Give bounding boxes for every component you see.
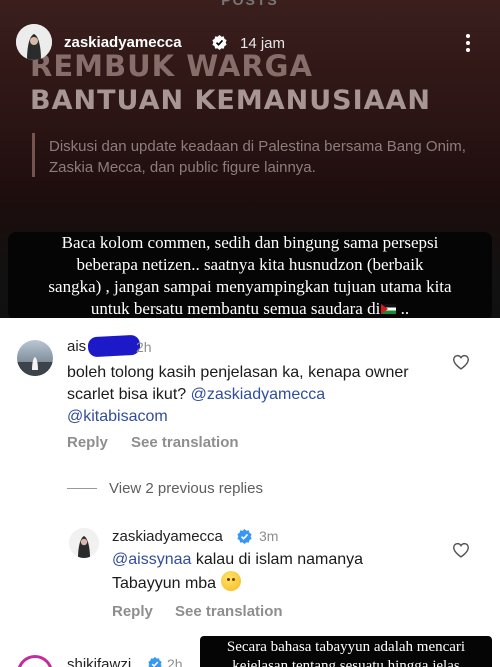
caption-line: Baca kolom commen, sedih dan bingung sam… [61,233,439,252]
reply-button[interactable]: Reply [112,603,153,620]
redaction-scribble [87,334,141,358]
caption-line: sangka) , jangan sampai menyampingkan tu… [48,277,452,296]
story-subtitle: Diskusi dan update keadaan di Palestina … [49,138,466,176]
reply-username[interactable]: zaskiadyamecca [112,528,223,545]
heart-icon[interactable] [452,354,470,370]
story-username[interactable]: zaskiadyamecca [64,34,182,51]
comment-time: 2h [136,339,152,355]
story-top-label: POSTS [221,0,279,8]
more-vertical-icon[interactable] [465,34,471,54]
heart-icon[interactable] [452,542,470,558]
story-headline: REMBUK WARGA [30,49,313,83]
view-previous-replies-button[interactable]: View 2 previous replies [109,480,263,497]
avatar[interactable] [69,528,99,558]
story-caption: Baca kolom commen, sedih dan bingung sam… [8,232,492,320]
see-translation-button[interactable]: See translation [175,603,283,620]
hijab-avatar-icon [69,528,99,558]
bottom-caption: Secara bahasa tabayyun adalah mencari ke… [200,638,492,667]
hugging-face-emoji-icon [220,571,241,591]
mention-link[interactable]: @kitabisacom [67,408,168,425]
comment-text: boleh tolong kasih penjelasan ka, kenapa… [67,362,447,428]
profile-photo-icon [17,357,53,376]
view-replies-divider [67,488,97,489]
hijab-avatar-icon [16,24,52,60]
reply-text: @aissynaa kalau di islam namanya Tabayyu… [112,549,432,595]
mention-link[interactable]: @zaskiadyamecca [191,386,326,403]
verified-badge-icon [148,657,162,667]
reply-button[interactable]: Reply [67,434,108,451]
palestine-flag-icon [381,304,397,314]
caption-line: kejelasan tentang sesuatu hingga jelas [232,658,460,667]
verified-badge-icon [212,35,227,50]
caption-line: beberapa netizen.. saatnya kita husnudzo… [76,255,424,274]
caption-line-text: untuk bersatu membantu semua saudara di [90,299,381,318]
comment-time: 2h [167,656,183,667]
mention-link[interactable]: @aissynaa [112,551,191,568]
caption-line-end: .. [396,299,410,318]
reply-time: 3m [259,528,279,544]
verified-badge-icon [237,529,252,544]
comment-username[interactable]: shikifawzi [67,656,131,667]
avatar[interactable] [17,340,53,376]
see-translation-button[interactable]: See translation [131,434,239,451]
story-time: 14 jam [240,35,286,52]
caption-line: untuk bersatu membantu semua saudara di … [14,298,486,320]
avatar[interactable] [16,24,52,60]
story-subtitle-accent [32,133,35,177]
caption-line: Secara bahasa tabayyun adalah mencari [226,639,466,655]
story-headline-secondary: BANTUAN KEMANUSIAAN [30,85,432,116]
comment-username[interactable]: ais [67,338,86,355]
